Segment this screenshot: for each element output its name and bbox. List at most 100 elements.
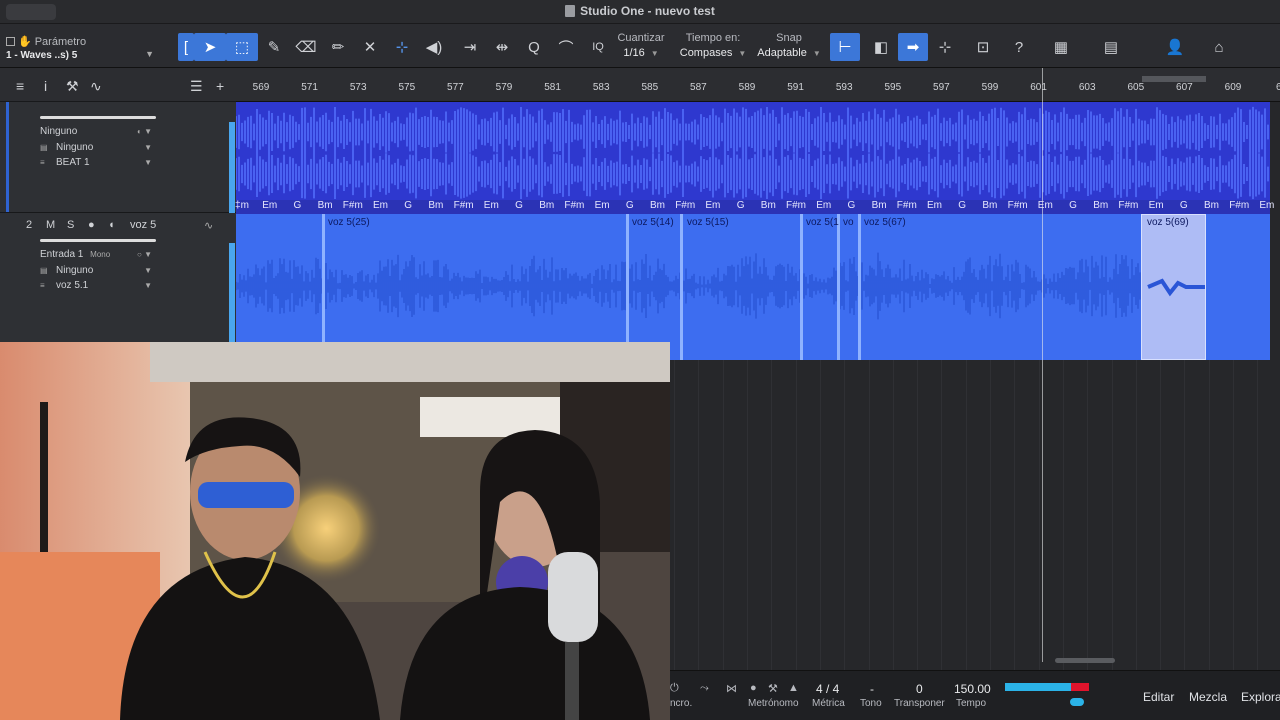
timebase-selector[interactable]: Tiempo en: Compases ▼ xyxy=(676,32,750,59)
track-name[interactable]: voz 5 xyxy=(130,219,156,231)
arrow-tool-icon[interactable]: ➤ xyxy=(194,33,226,61)
snap-grid-button[interactable]: ⊢ xyxy=(830,33,860,61)
track-channel-selector[interactable]: ≡ BEAT 1 ▼ xyxy=(40,157,154,171)
chord-track[interactable]: ‡m Em G Bm F#m Em G Bm F#m Em G Bm F#m Em G Bm F#m Em G Bm F… xyxy=(235,200,1274,214)
loop-icon[interactable]: ⤳ xyxy=(700,682,709,695)
track-channel-selector[interactable]: ≡ voz 5.1 ▼ xyxy=(40,280,154,294)
transpose-value[interactable]: 0 xyxy=(916,682,923,696)
marker-icon[interactable]: ⋈ xyxy=(726,682,737,695)
track-output-selector[interactable]: ▤ Ninguno ▼ xyxy=(40,142,154,156)
snap-event-button[interactable]: ◧ xyxy=(866,33,896,61)
track-volume-fader[interactable] xyxy=(40,239,156,242)
chord-label[interactable]: Em xyxy=(484,200,499,211)
loop-range[interactable] xyxy=(1142,76,1206,82)
chord-label[interactable]: Bm xyxy=(1204,200,1219,211)
chord-label[interactable]: F#m xyxy=(343,200,363,211)
chord-label[interactable]: G xyxy=(1069,200,1077,211)
clip-boundary[interactable] xyxy=(800,214,803,360)
metronome-dot-icon[interactable]: ● xyxy=(750,682,757,694)
chord-label[interactable]: G xyxy=(958,200,966,211)
chord-label[interactable]: Em xyxy=(927,200,942,211)
monitor-button[interactable]: ◖ xyxy=(108,219,115,231)
track-output-selector[interactable]: ▤ Ninguno ▼ xyxy=(40,265,154,279)
snap-selector[interactable]: Snap Adaptable ▼ xyxy=(754,32,824,59)
chord-label[interactable]: F#m xyxy=(1008,200,1028,211)
stretch-icon[interactable]: ⇹ xyxy=(486,33,518,61)
horizontal-scrollbar[interactable] xyxy=(1055,658,1115,663)
clip-boundary[interactable] xyxy=(322,214,325,360)
track-beat[interactable]: Ninguno ◐ ▼ ▤ Ninguno ▼ ≡ BEAT 1 ▼ xyxy=(0,102,236,213)
chord-label[interactable]: Bm xyxy=(761,200,776,211)
tab-explora[interactable]: Explora xyxy=(1241,690,1280,704)
timestretch-icon[interactable]: ⇥ xyxy=(454,33,486,61)
chord-label[interactable]: G xyxy=(294,200,302,211)
chord-label[interactable]: Em xyxy=(705,200,720,211)
chord-label[interactable]: Bm xyxy=(428,200,443,211)
waveform-icon[interactable]: ∿ xyxy=(204,219,213,232)
chord-label[interactable]: G xyxy=(626,200,634,211)
track-voz[interactable]: 2 M S ● ◖ voz 5 ∿ Entrada 1 Mono ○ ▼ ▤ Ni… xyxy=(0,213,236,358)
chord-label[interactable]: F#m xyxy=(454,200,474,211)
chord-label[interactable]: Bm xyxy=(1093,200,1108,211)
bend-tool-icon[interactable]: ⊹ xyxy=(386,33,418,61)
user-icon[interactable]: 👤 xyxy=(1160,33,1190,61)
chord-label[interactable]: F#m xyxy=(786,200,806,211)
chord-label[interactable]: G xyxy=(404,200,412,211)
chord-label[interactable]: G xyxy=(737,200,745,211)
chord-label[interactable]: Bm xyxy=(982,200,997,211)
chord-label[interactable]: F#m xyxy=(1229,200,1249,211)
chord-label[interactable]: F#m xyxy=(564,200,584,211)
track-volume-fader[interactable] xyxy=(40,116,156,119)
clip-boundary[interactable] xyxy=(626,214,629,360)
autoscroll-button[interactable]: ➡ xyxy=(898,33,928,61)
beat-audio-event[interactable] xyxy=(236,102,1270,200)
range-tool-icon[interactable]: ⬚ xyxy=(226,33,258,61)
tempo-value[interactable]: 150.00 xyxy=(954,682,991,696)
voz-audio-lane[interactable]: voz 5(25) voz 5(14) voz 5(15) voz 5(1 vo voz … xyxy=(236,214,1270,360)
track-input-selector[interactable]: Entrada 1 Mono ○ ▼ xyxy=(40,249,154,263)
chord-label[interactable]: G xyxy=(1180,200,1188,211)
metronome-icon[interactable]: ▲ xyxy=(788,682,799,694)
performance-toggle[interactable] xyxy=(1070,698,1084,706)
solo-button[interactable]: S xyxy=(67,219,74,231)
clip-boundary[interactable] xyxy=(837,214,840,360)
listen-tool-icon[interactable]: ◀) xyxy=(418,33,450,61)
clip-boundary[interactable] xyxy=(680,214,683,360)
zoom-icon[interactable]: Q xyxy=(518,33,550,61)
layout-icon[interactable]: ▤ xyxy=(1096,33,1126,61)
chord-label[interactable]: Em xyxy=(1149,200,1164,211)
key-value[interactable]: - xyxy=(870,682,874,696)
clip-boundary[interactable] xyxy=(858,214,861,360)
chord-label[interactable]: Bm xyxy=(539,200,554,211)
tab-mezcla[interactable]: Mezcla xyxy=(1189,690,1227,704)
tab-editar[interactable]: Editar xyxy=(1143,690,1174,704)
selected-audio-clip[interactable] xyxy=(1141,214,1206,360)
chord-label[interactable]: G xyxy=(848,200,856,211)
record-arm-button[interactable]: ● xyxy=(88,219,95,231)
chord-label[interactable]: Em xyxy=(1259,200,1274,211)
chord-label[interactable]: F#m xyxy=(1118,200,1138,211)
mute-tool-icon[interactable]: ✕ xyxy=(354,33,386,61)
iq-button[interactable]: IQ xyxy=(582,33,614,61)
scrub-icon[interactable]: ⌒ xyxy=(550,33,582,61)
chord-label[interactable]: Em xyxy=(1038,200,1053,211)
chord-label[interactable]: Em xyxy=(816,200,831,211)
chord-label[interactable]: F#m xyxy=(897,200,917,211)
chord-label[interactable]: Bm xyxy=(650,200,665,211)
chord-label[interactable]: Bm xyxy=(872,200,887,211)
mute-button[interactable]: M xyxy=(46,219,55,231)
chord-label[interactable]: G xyxy=(515,200,523,211)
split-view-button[interactable]: ⊹ xyxy=(930,33,960,61)
menu-icon[interactable]: ≡ xyxy=(16,78,24,94)
help-icon[interactable]: ? xyxy=(1004,33,1034,61)
chord-label[interactable]: Em xyxy=(373,200,388,211)
grid-view-icon[interactable]: ▦ xyxy=(1046,33,1076,61)
focus-button[interactable]: ⊡ xyxy=(968,33,998,61)
quantize-selector[interactable]: Cuantizar 1/16 ▼ xyxy=(612,32,670,59)
split-tool-icon[interactable]: ✎ xyxy=(258,33,290,61)
chord-label[interactable]: Em xyxy=(262,200,277,211)
tools-icon[interactable]: ⚒ xyxy=(66,78,79,95)
timeline-ruler[interactable]: 569 571 573 575 577 579 581 583 585 587 589 591 593 5… xyxy=(236,68,1280,102)
time-signature-value[interactable]: 4 / 4 xyxy=(816,682,839,696)
home-icon[interactable]: ⌂ xyxy=(1204,33,1234,61)
